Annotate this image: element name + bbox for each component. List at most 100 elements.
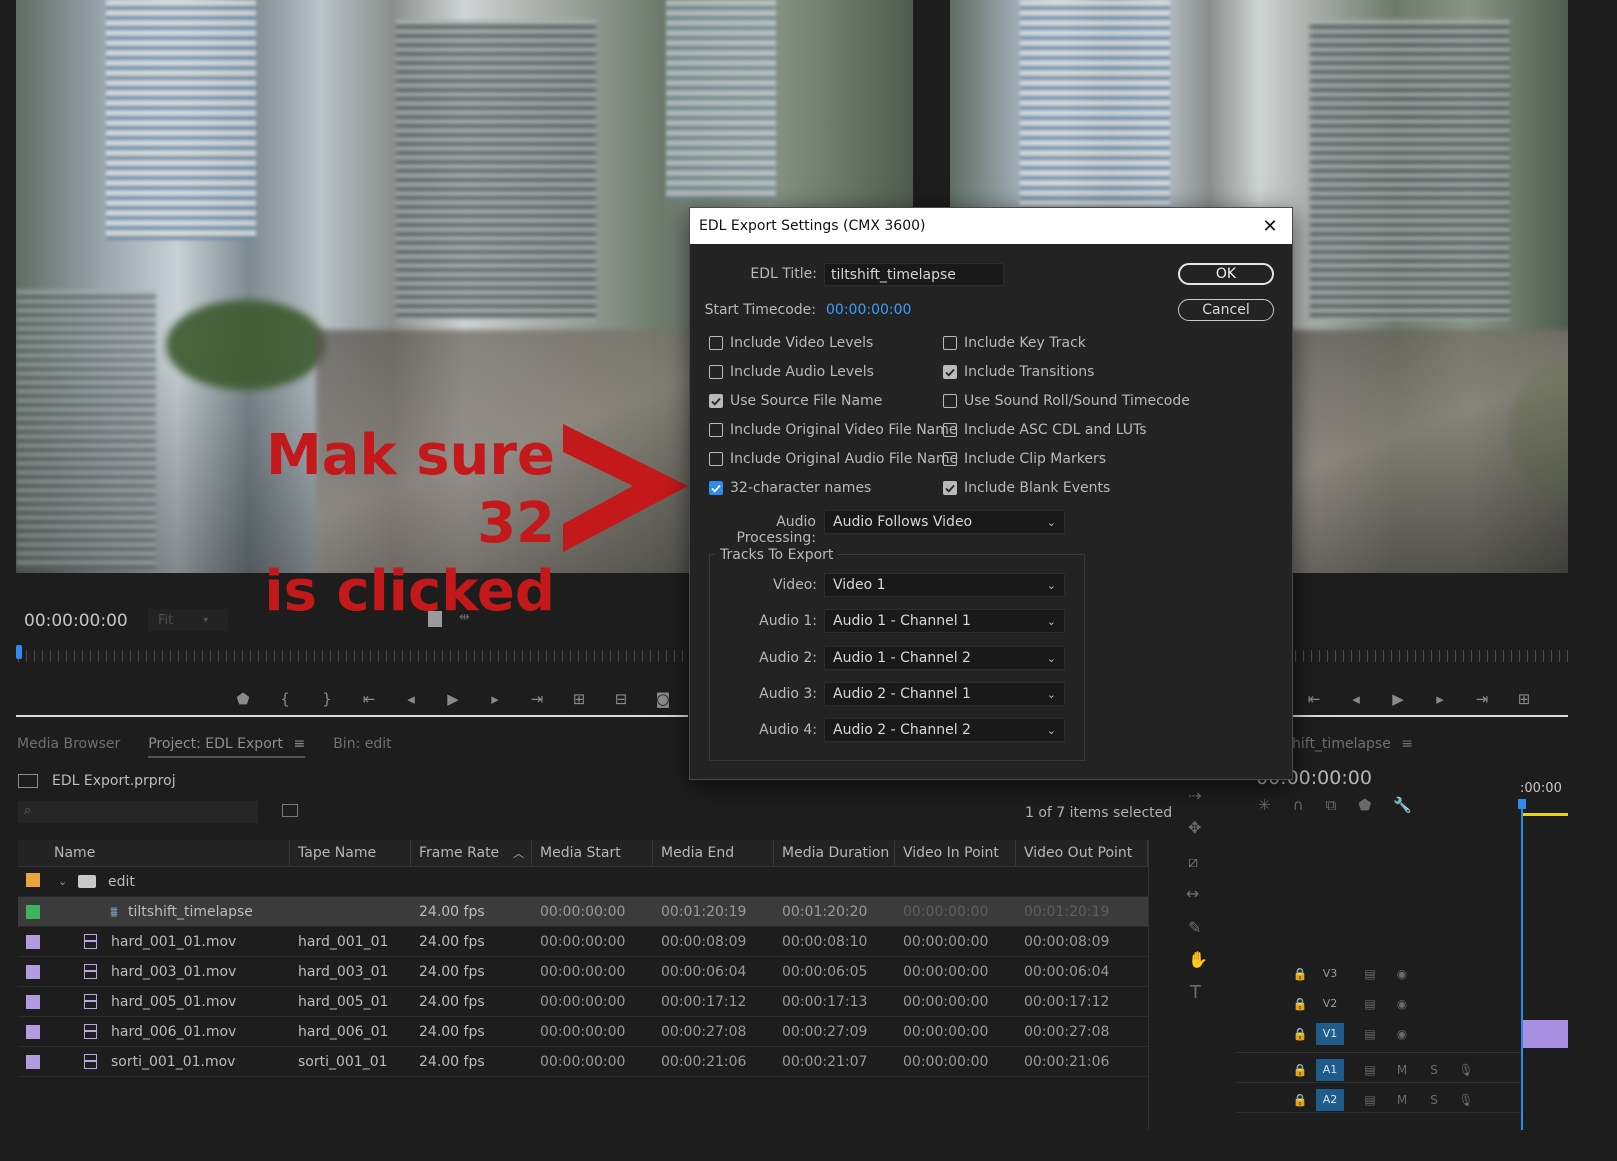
camera-icon[interactable]: ◙ [642,686,684,712]
mark-in-icon[interactable]: { [264,686,306,712]
checkbox-include-transitions[interactable]: Include Transitions [943,364,1094,380]
overwrite-button-icon[interactable]: ⊟ [600,686,642,712]
track-label[interactable]: V3 [1316,963,1344,985]
marker-icon[interactable]: ⬟ [222,686,264,712]
column-media-start[interactable]: Media Start [532,840,653,866]
project-search-input[interactable]: ⌕ [18,801,258,823]
nest-icon[interactable]: ✳ [1258,796,1271,814]
insert-button-icon[interactable]: ⊞ [558,686,600,712]
audio-processing-select[interactable]: Audio Follows Video ⌄ [824,510,1065,534]
column-tape-name[interactable]: Tape Name [290,840,411,866]
column-frame-rate[interactable]: Frame Rate ︿ [411,840,532,866]
checkbox-icon[interactable] [709,365,723,379]
checkbox-icon[interactable] [943,394,957,408]
sync-lock-icon[interactable]: ▤ [1354,967,1386,981]
tab-project[interactable]: Project: EDL Export ≡ [148,736,306,758]
start-timecode-value[interactable]: 00:00:00:00 [826,302,911,318]
razor-icon[interactable]: ⧄ [1188,852,1198,872]
insert-icon[interactable] [428,611,442,627]
checkbox-include-audio-levels[interactable]: Include Audio Levels [709,364,874,380]
work-area-bar[interactable] [1522,813,1568,816]
checkbox-icon[interactable] [943,336,957,350]
table-row[interactable]: sorti_001_01.mov sorti_001_01 24.00 fps 00:… [18,1047,1148,1077]
checkbox-icon[interactable] [943,423,957,437]
checkbox-include-blank-events[interactable]: Include Blank Events [943,480,1110,496]
checkbox-32-character-names[interactable]: 32-character names [709,480,871,496]
column-media-end[interactable]: Media End [653,840,774,866]
lift-icon[interactable]: ⊞ [1503,686,1545,712]
chevron-down-icon[interactable]: ⌄ [58,875,78,888]
column-video-out-point[interactable]: Video Out Point [1016,840,1148,866]
column-video-in-point[interactable]: Video In Point [895,840,1016,866]
tab-media-browser[interactable]: Media Browser [17,736,120,758]
linked-selection-icon[interactable]: ⧉ [1326,796,1337,814]
checkbox-include-original-video-file-name[interactable]: Include Original Video File Name [709,422,958,438]
track-select-icon[interactable]: ⇢ [1188,786,1201,805]
play-icon[interactable]: ▶ [1377,686,1419,712]
table-row[interactable]: hard_006_01.mov hard_006_01 24.00 fps 00:00… [18,1017,1148,1047]
close-icon[interactable]: ✕ [1258,214,1282,238]
track-label[interactable]: A1 [1316,1058,1344,1081]
checkbox-use-sound-roll-sound-timecode[interactable]: Use Sound Roll/Sound Timecode [943,393,1190,409]
timeline-tab[interactable]: hift_timelapse ≡ [1292,736,1413,752]
eye-icon[interactable]: ◉ [1386,967,1418,981]
play-icon[interactable]: ▶ [432,686,474,712]
wrench-icon[interactable]: 🔧 [1393,796,1412,814]
mute-button[interactable]: M [1386,1093,1418,1107]
project-scrollbar[interactable] [1148,840,1149,1130]
microphone-icon[interactable]: 🎙 [1450,1093,1482,1107]
bin-row[interactable]: ⌄ edit [18,867,1148,897]
playhead[interactable] [16,645,22,659]
eye-icon[interactable]: ◉ [1386,1027,1418,1041]
checkbox-icon[interactable] [943,452,957,466]
track-header-a1[interactable]: 🔒 A1 ▤ M S 🎙 [1236,1055,1556,1084]
checkbox-include-asc-cdl-and-luts[interactable]: Include ASC CDL and LUTs [943,422,1147,438]
program-time-ruler[interactable] [1295,650,1568,662]
tab-bin[interactable]: Bin: edit [333,736,391,758]
column-media-duration[interactable]: Media Duration [774,840,895,866]
lock-icon[interactable]: 🔒 [1284,997,1316,1011]
track-header-v2[interactable]: 🔒 V2 ▤ ◉ [1236,989,1556,1018]
snap-icon[interactable]: ∩ [1293,796,1304,814]
checkbox-use-source-file-name[interactable]: Use Source File Name [709,393,882,409]
source-timecode[interactable]: 00:00:00:00 [24,611,128,631]
mute-button[interactable]: M [1386,1063,1418,1077]
settings-icon[interactable]: ⇹ [459,610,470,625]
track-label[interactable]: V1 [1316,1022,1344,1045]
track-header-a2[interactable]: 🔒 A2 ▤ M S 🎙 [1236,1085,1556,1114]
go-to-in-icon[interactable]: ⇤ [348,686,390,712]
hand-icon[interactable]: ✋ [1188,950,1208,969]
ok-button[interactable]: OK [1178,263,1274,285]
checkmark-icon[interactable] [709,394,723,408]
mark-out-icon[interactable]: } [306,686,348,712]
track-select-audio-4[interactable]: Audio 2 - Channel 2 ⌄ [824,718,1065,742]
checkbox-icon[interactable] [709,423,723,437]
slip-icon[interactable]: ↔ [1186,884,1199,903]
step-back-icon[interactable]: ◂ [1335,686,1377,712]
track-header-v1[interactable]: 🔒 V1 ▤ ◉ [1236,1019,1556,1048]
add-marker-icon[interactable]: ⬟ [1358,796,1371,814]
track-select-video[interactable]: Video 1 ⌄ [824,573,1065,597]
track-label[interactable]: A2 [1316,1088,1344,1111]
source-time-ruler[interactable] [18,650,688,662]
pen-icon[interactable]: ✎ [1188,918,1201,937]
sync-lock-icon[interactable]: ▤ [1354,1027,1386,1041]
panel-menu-icon[interactable]: ≡ [293,736,305,752]
go-to-out-icon[interactable]: ⇥ [516,686,558,712]
table-row[interactable]: hard_005_01.mov hard_005_01 24.00 fps 00:00… [18,987,1148,1017]
track-select-audio-1[interactable]: Audio 1 - Channel 1 ⌄ [824,609,1065,633]
playhead-handle[interactable] [1518,799,1526,809]
sync-lock-icon[interactable]: ▤ [1354,1063,1386,1077]
lock-icon[interactable]: 🔒 [1284,1063,1316,1077]
track-header-v3[interactable]: 🔒 V3 ▤ ◉ [1236,959,1556,988]
table-row[interactable]: hard_003_01.mov hard_003_01 24.00 fps 00:00… [18,957,1148,987]
track-label[interactable]: V2 [1316,993,1344,1015]
solo-button[interactable]: S [1418,1063,1450,1077]
checkbox-icon[interactable] [709,336,723,350]
checkbox-icon[interactable] [709,452,723,466]
go-to-out-icon[interactable]: ⇥ [1461,686,1503,712]
lock-icon[interactable]: 🔒 [1284,1027,1316,1041]
sync-lock-icon[interactable]: ▤ [1354,997,1386,1011]
edl-title-field[interactable]: tiltshift_timelapse [824,263,1004,286]
step-back-icon[interactable]: ◂ [390,686,432,712]
